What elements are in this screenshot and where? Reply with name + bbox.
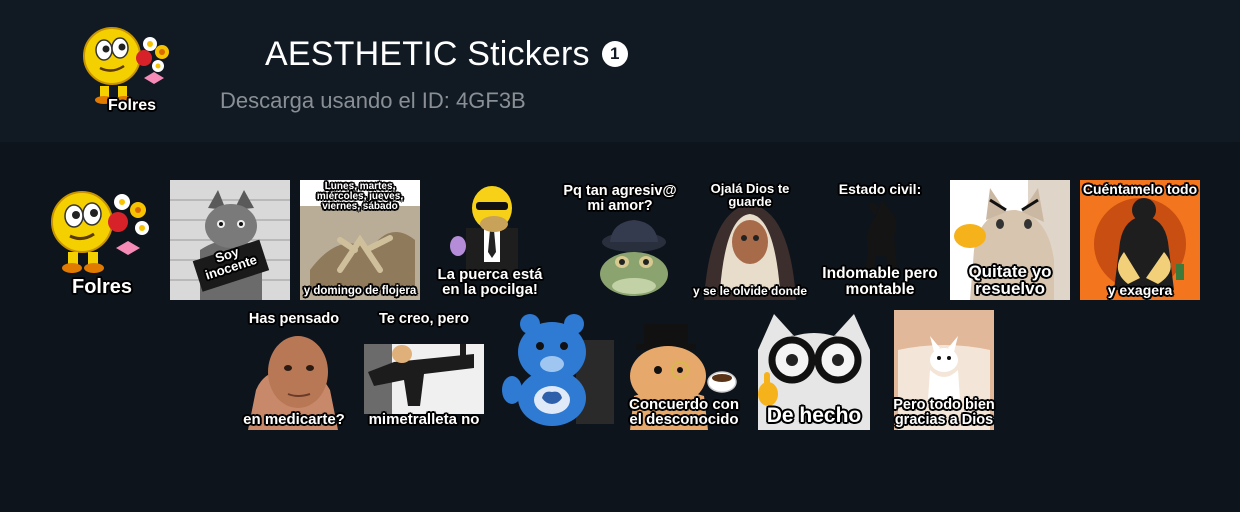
sticker-caption-top: Has pensado: [248, 311, 340, 327]
sticker-soy-inocente[interactable]: Soy inocente: [170, 180, 290, 300]
pack-header: Folres AESTHETIC Stickers 1 Descarga usa…: [0, 0, 1240, 142]
pack-title: AESTHETIC Stickers: [265, 34, 590, 73]
sticker-caption-top: Pq tan agresiv@ mi amor?: [563, 183, 677, 214]
sticker-mimetralleta[interactable]: Te creo, pero mimetralleta no: [364, 310, 484, 430]
sticker-caption-bottom: y domingo de flojera: [303, 284, 417, 297]
pack-thumbnail[interactable]: Folres: [78, 18, 186, 120]
sticker-caption-top: Estado civil:: [838, 181, 922, 197]
sticker-concuerdo[interactable]: Concuerdo con el desconocido: [624, 310, 744, 430]
sticker-pero-todo-bien[interactable]: Pero todo bien gracias a Dios: [884, 310, 1004, 430]
download-id-label: Descarga usando el ID:: [220, 88, 457, 113]
sticker-caption-bottom: Quitate yo resuelvo: [968, 262, 1052, 298]
sticker-homer[interactable]: La puerca está en la pocilga!: [430, 180, 550, 300]
sticker-caption-bottom: De hecho: [766, 404, 862, 427]
sticker-caption-bottom: en medicarte?: [243, 411, 345, 428]
sticker-flojera[interactable]: Lunes, martes, miércoles, jueves, vierne…: [300, 180, 420, 300]
sticker-count-badge: 1: [601, 41, 628, 67]
download-id-value[interactable]: 4GF3B: [456, 88, 526, 113]
sticker-ojala-dios[interactable]: Ojalá Dios te guarde y se le olvide dond…: [690, 180, 810, 300]
sticker-quitate[interactable]: Quitate yo resuelvo: [950, 180, 1070, 300]
sticker-caption-bottom: y exagera: [1107, 282, 1173, 298]
sticker-caption-bottom: y se le olvide donde: [692, 284, 808, 298]
pack-thumbnail-caption: Folres: [107, 97, 156, 114]
sticker-blue-bear[interactable]: [494, 310, 614, 430]
sticker-caption-bottom: Folres: [71, 276, 133, 298]
sticker-caption-bottom: mimetralleta no: [368, 411, 480, 428]
sticker-caption-bottom: Concuerdo con el desconocido: [628, 396, 739, 428]
download-id-text: Descarga usando el ID: 4GF3B: [220, 88, 526, 114]
sticker-caption-top: Lunes, martes, miércoles, jueves, vierne…: [316, 181, 404, 212]
sticker-agresiv[interactable]: Pq tan agresiv@ mi amor?: [560, 180, 680, 300]
sticker-caption-bottom: Pero todo bien gracias a Dios: [893, 397, 995, 428]
sticker-caption-top: Te creo, pero: [379, 311, 469, 327]
sticker-caption-bottom: La puerca está en la pocilga!: [437, 266, 543, 298]
sticker-caption-top: Ojalá Dios te guarde: [710, 181, 790, 209]
sticker-caption-bottom: Indomable pero montable: [822, 265, 938, 298]
sticker-estado-civil[interactable]: Estado civil: Indomable pero montable: [820, 180, 940, 300]
title-row: AESTHETIC Stickers 1: [265, 32, 628, 76]
sticker-caption-top: Cuéntamelo todo: [1082, 181, 1198, 197]
sticker-medicarte[interactable]: Has pensado en medicarte?: [234, 310, 354, 430]
sticker-folres[interactable]: Folres: [42, 180, 162, 300]
sticker-de-hecho[interactable]: De hecho: [754, 310, 874, 430]
sticker-cuentamelo[interactable]: Cuéntamelo todo y exagera: [1080, 180, 1200, 300]
